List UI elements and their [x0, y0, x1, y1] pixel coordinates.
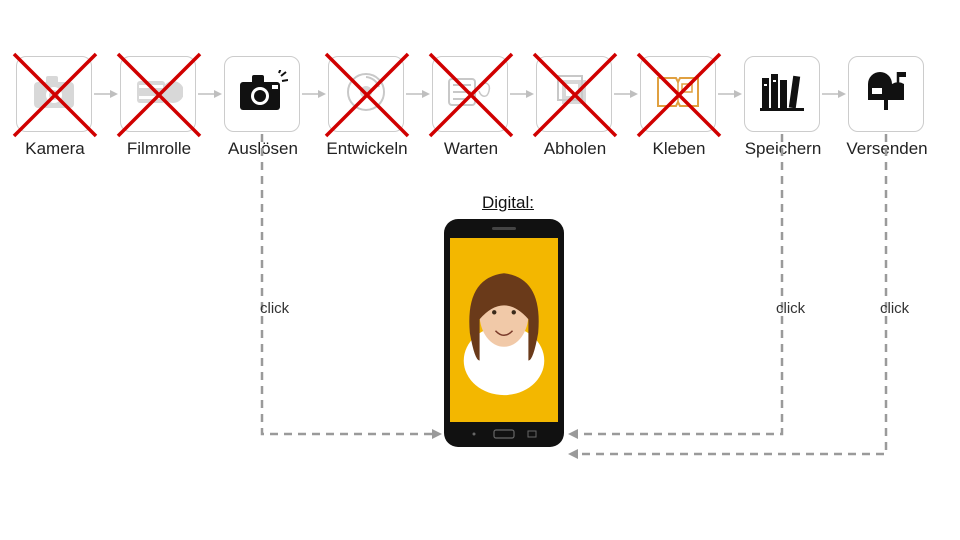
step-label-ausloesen: Auslösen — [218, 139, 308, 159]
step-abholen — [536, 56, 612, 132]
step-speichern — [744, 56, 820, 132]
step-label-abholen: Abholen — [530, 139, 620, 159]
step-label-versenden: Versenden — [842, 139, 932, 159]
step-label-filmrolle: Filmrolle — [114, 139, 204, 159]
books-bold-icon — [758, 70, 806, 119]
step-label-warten: Warten — [426, 139, 516, 159]
step-label-kamera: Kamera — [10, 139, 100, 159]
step-entwickeln — [328, 56, 404, 132]
step-ausloesen — [224, 56, 300, 132]
click-label-speichern: click — [776, 300, 805, 317]
step-kamera — [16, 56, 92, 132]
step-warten — [432, 56, 508, 132]
smartphone — [443, 218, 565, 448]
crossed-out-icon — [114, 50, 204, 140]
crossed-out-icon — [634, 50, 724, 140]
step-kleben — [640, 56, 716, 132]
step-label-kleben: Kleben — [634, 139, 724, 159]
digital-heading: Digital: — [482, 193, 534, 213]
click-label-versenden: click — [880, 300, 909, 317]
click-label-ausloesen: click — [260, 300, 289, 317]
crossed-out-icon — [10, 50, 100, 140]
crossed-out-icon — [426, 50, 516, 140]
crossed-out-icon — [530, 50, 620, 140]
step-versenden — [848, 56, 924, 132]
step-label-speichern: Speichern — [738, 139, 828, 159]
camera-bold-icon — [236, 70, 288, 119]
mailbox-bold-icon — [862, 70, 910, 119]
step-label-entwickeln: Entwickeln — [322, 139, 412, 159]
crossed-out-icon — [322, 50, 412, 140]
step-filmrolle — [120, 56, 196, 132]
